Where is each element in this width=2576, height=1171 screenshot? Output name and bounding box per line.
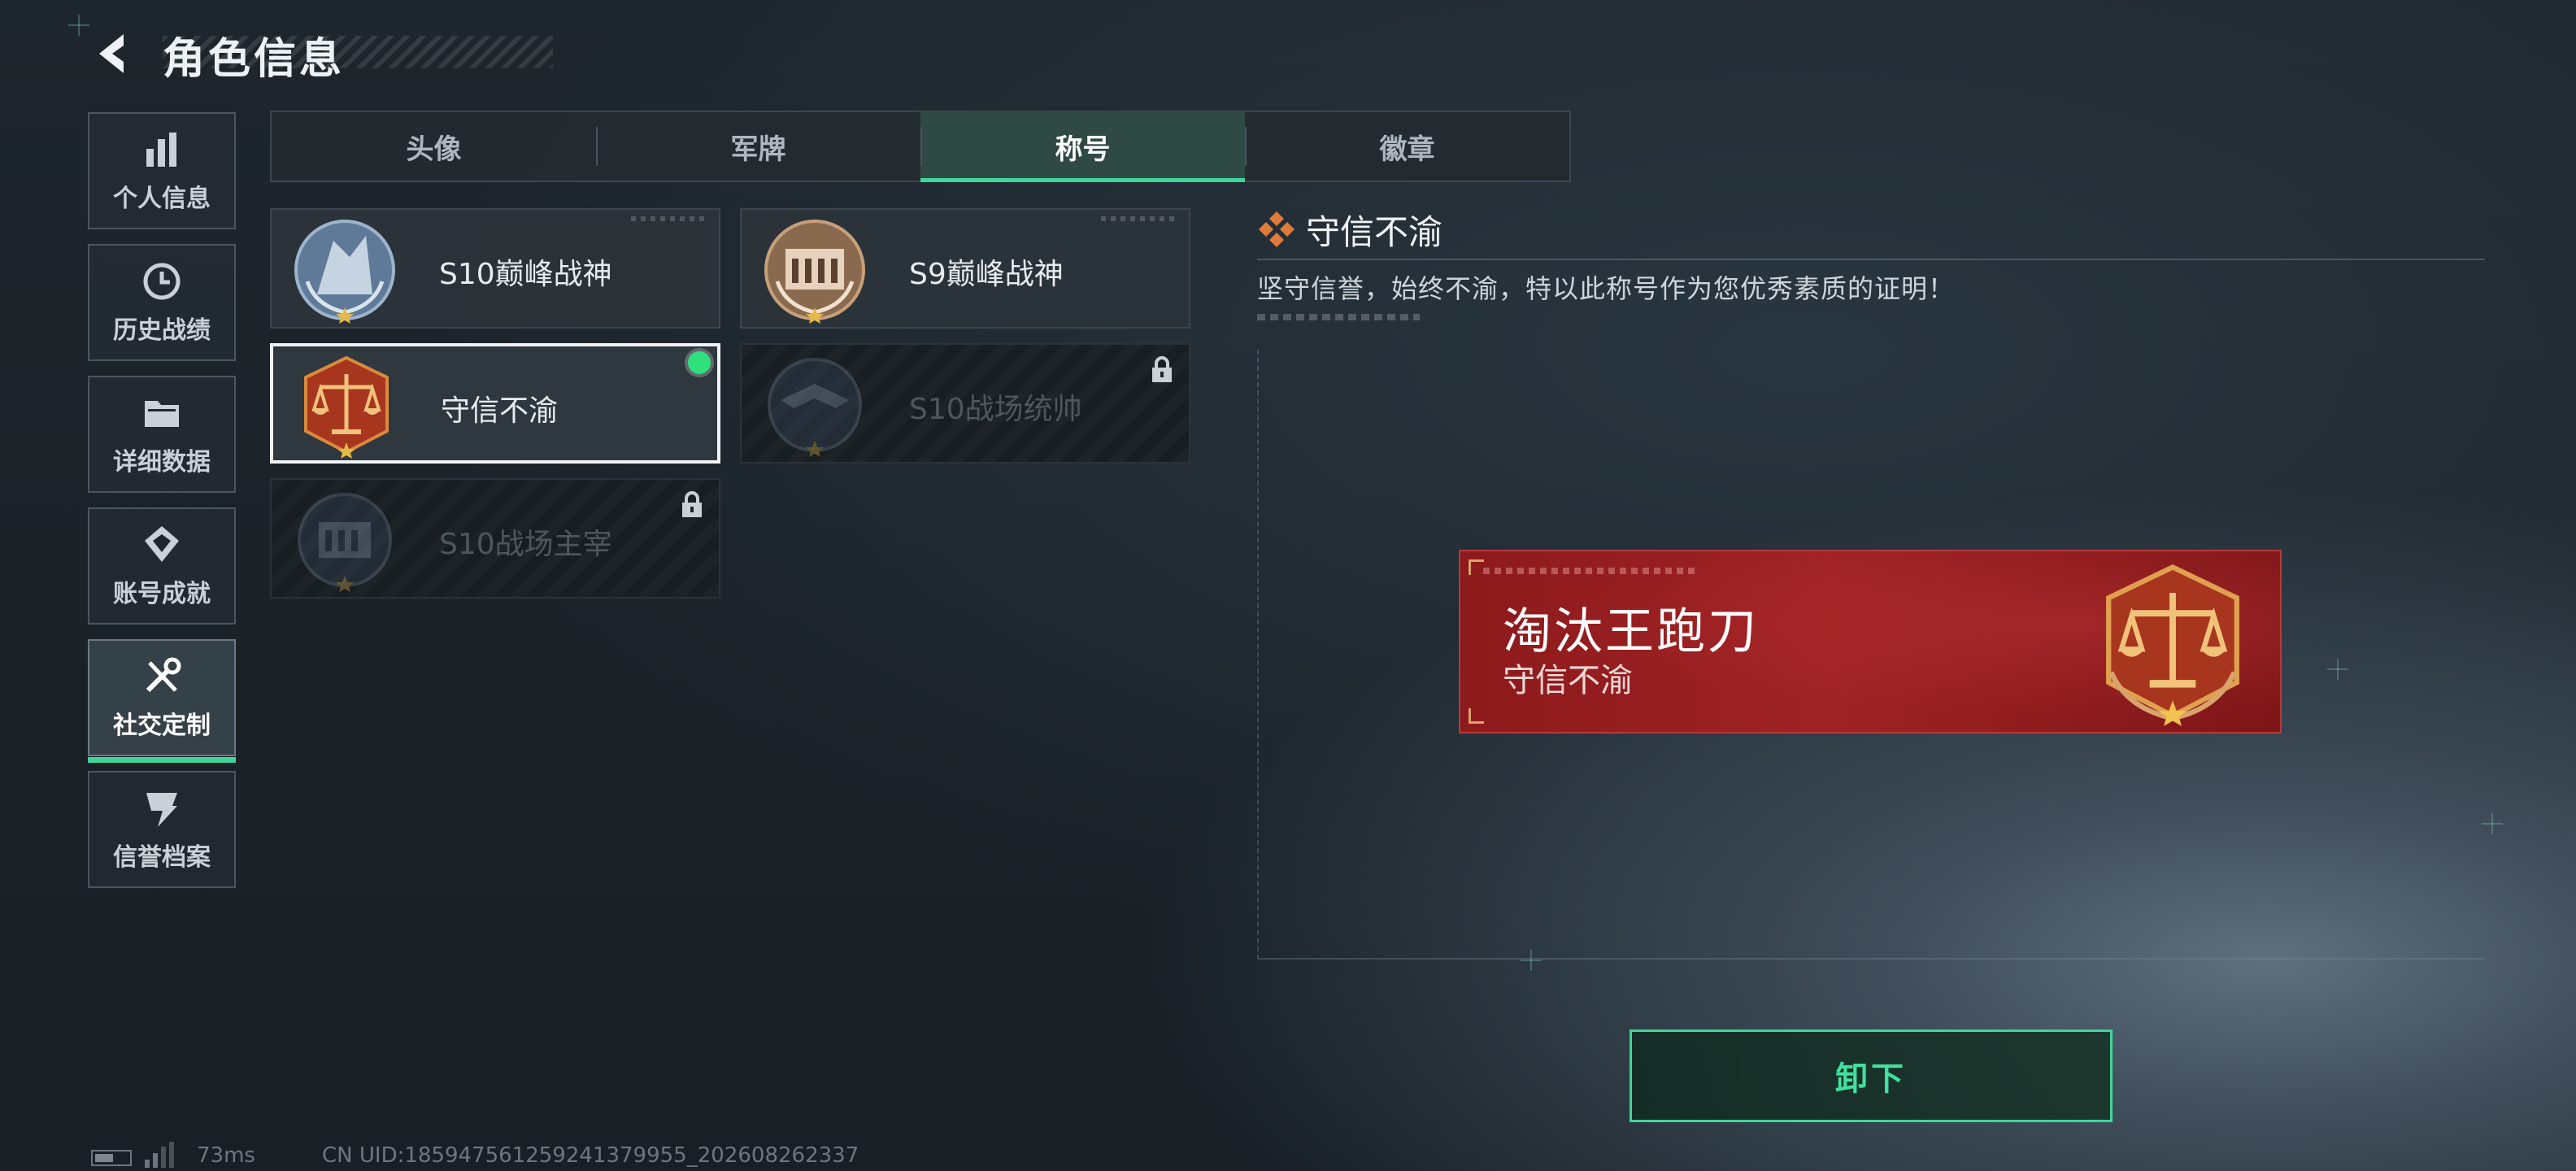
title-card[interactable]: S10巅峰战神 bbox=[270, 208, 720, 329]
title-name: S10巅峰战神 bbox=[439, 258, 612, 291]
sidebar-item-label: 详细数据 bbox=[113, 448, 211, 477]
divider bbox=[1257, 259, 2485, 260]
unequip-button[interactable]: 卸下 bbox=[1630, 1030, 2113, 1122]
equipped-indicator bbox=[688, 351, 711, 374]
card-decor bbox=[1101, 216, 1174, 221]
sidebar-item-credit-record[interactable]: 信誉档案 bbox=[88, 771, 236, 888]
diamond-cluster-icon bbox=[1259, 211, 1295, 247]
title-name: S10战场主宰 bbox=[439, 528, 612, 561]
sidebar-item-label: 账号成就 bbox=[113, 580, 211, 608]
sidebar-item-label: 历史战绩 bbox=[113, 316, 211, 345]
scales-badge-icon bbox=[2106, 564, 2239, 726]
sidebar-item-history[interactable]: 历史战绩 bbox=[88, 244, 236, 361]
title-card[interactable]: S9巅峰战神 bbox=[740, 208, 1190, 329]
category-tabs: 头像 军牌 称号 徽章 bbox=[270, 111, 1571, 182]
tools-icon bbox=[146, 657, 181, 693]
tab-medal[interactable]: 徽章 bbox=[1245, 112, 1569, 181]
s9-peak-badge-icon bbox=[764, 220, 865, 324]
history-clock-icon bbox=[143, 263, 181, 300]
detail-title: 守信不渝 bbox=[1306, 212, 1443, 252]
s10-peak-badge-icon bbox=[294, 220, 395, 324]
lock-icon bbox=[1152, 356, 1172, 382]
plate-corner bbox=[1469, 708, 1484, 724]
title-card-locked[interactable]: S10战场统帅 bbox=[740, 343, 1190, 464]
bar-chart-icon bbox=[146, 133, 176, 167]
folder-icon bbox=[145, 401, 179, 427]
credit-badge-icon bbox=[146, 793, 177, 827]
decor-cross bbox=[68, 15, 89, 36]
sidebar-item-social-custom[interactable]: 社交定制 bbox=[88, 639, 236, 763]
sidebar-item-label: 个人信息 bbox=[113, 185, 211, 213]
title-name: S10战场统帅 bbox=[909, 393, 1082, 426]
uid-text: CN UID:1859475612592413799​55_2026082623… bbox=[322, 1143, 859, 1168]
card-decor bbox=[631, 216, 704, 221]
achievement-icon bbox=[145, 526, 179, 562]
scales-badge-icon bbox=[304, 355, 389, 459]
lock-icon bbox=[682, 491, 702, 517]
back-arrow-icon[interactable] bbox=[88, 28, 140, 80]
sidebar-item-achievements[interactable]: 账号成就 bbox=[88, 507, 236, 625]
tab-dog-tag[interactable]: 军牌 bbox=[596, 112, 920, 181]
title-name: 守信不渝 bbox=[441, 394, 559, 428]
detail-decor bbox=[1257, 314, 1420, 320]
title-name: S9巅峰战神 bbox=[909, 258, 1064, 291]
detail-description: 坚守信誉，始终不渝，特以此称号作为您优秀素质的证明！ bbox=[1257, 273, 1956, 304]
player-name: 淘汰王跑刀 bbox=[1503, 603, 1759, 660]
plate-decor bbox=[1483, 568, 1695, 574]
tab-avatar[interactable]: 头像 bbox=[272, 112, 596, 181]
sidebar-item-label: 信誉档案 bbox=[113, 843, 211, 872]
nameplate-title: 守信不渝 bbox=[1503, 662, 1633, 699]
signal-icon bbox=[145, 1142, 174, 1168]
title-card-selected[interactable]: 守信不渝 bbox=[270, 343, 720, 464]
sidebar-item-label: 社交定制 bbox=[113, 712, 211, 740]
page-title: 角色信息 bbox=[163, 35, 346, 84]
s10-ruler-badge-icon bbox=[298, 493, 392, 592]
nameplate-preview: 淘汰王跑刀 守信不渝 bbox=[1459, 550, 2282, 734]
tab-title[interactable]: 称号 bbox=[920, 112, 1245, 182]
sidebar-item-detailed-data[interactable]: 详细数据 bbox=[88, 376, 236, 493]
title-card-locked[interactable]: S10战场主宰 bbox=[270, 478, 720, 599]
battery-icon bbox=[91, 1150, 132, 1166]
plate-corner bbox=[1469, 559, 1484, 575]
ping-text: 73ms bbox=[197, 1143, 255, 1168]
s10-commander-badge-icon bbox=[768, 358, 862, 457]
sidebar-item-personal-info[interactable]: 个人信息 bbox=[88, 112, 236, 229]
